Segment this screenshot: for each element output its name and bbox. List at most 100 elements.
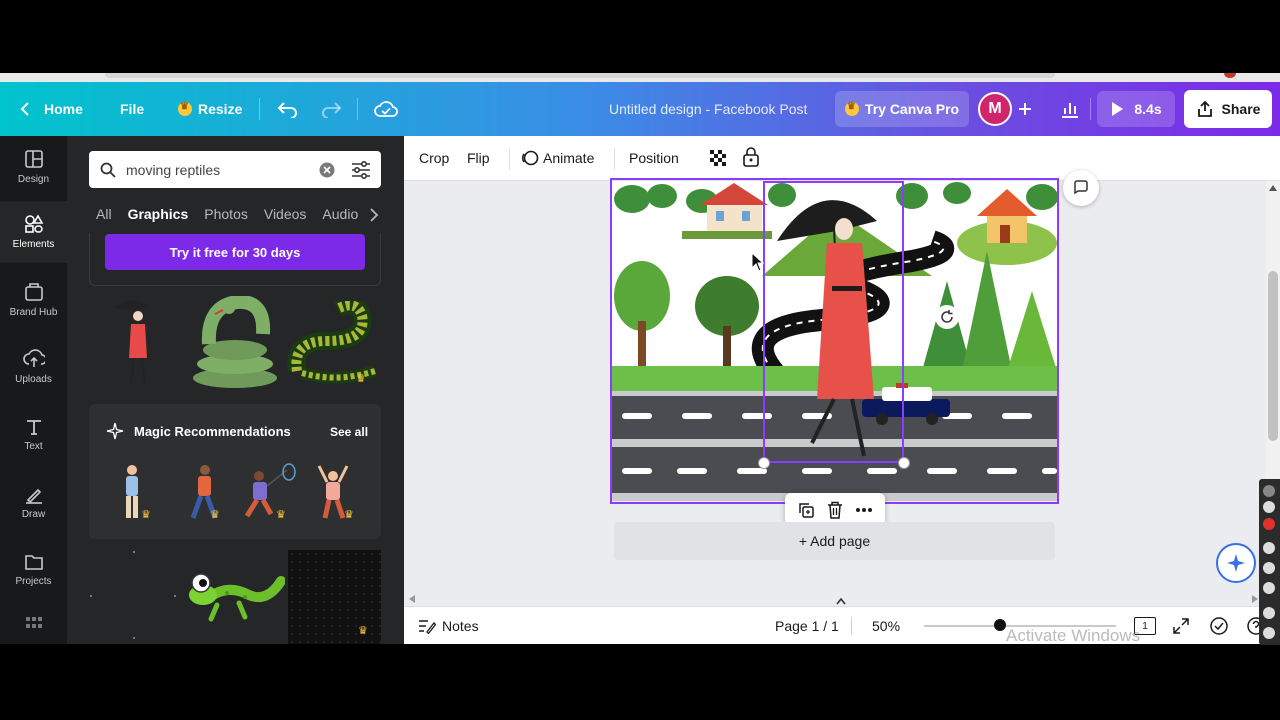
resize-button[interactable]: Resize (178, 82, 242, 136)
divider (851, 617, 852, 635)
search-input[interactable]: moving reptiles (126, 162, 220, 178)
undo-button[interactable] (277, 82, 299, 136)
settings-gear-icon[interactable] (1263, 627, 1275, 639)
present-play-button[interactable]: 8.4s (1097, 91, 1175, 127)
brand-hub-icon (24, 283, 43, 301)
divider (1090, 98, 1091, 120)
resize-label: Resize (198, 101, 243, 117)
record-icon[interactable] (1263, 518, 1275, 530)
rail-item-brand-hub[interactable]: Brand Hub (0, 269, 67, 331)
avatar[interactable]: M (978, 92, 1012, 126)
design-title[interactable]: Untitled design - Facebook Post (609, 82, 807, 136)
activate-windows-watermark: Activate Windows (1006, 626, 1141, 645)
tab-audio[interactable]: Audio (322, 206, 358, 232)
screen-icon[interactable] (1263, 607, 1275, 619)
rail-label: Text (24, 441, 43, 452)
selected-element-box[interactable] (763, 181, 904, 463)
search-icon (100, 162, 116, 178)
divider (259, 98, 260, 120)
graphic-person-net[interactable] (241, 462, 297, 522)
resize-handle[interactable] (898, 457, 910, 469)
webcam-icon[interactable] (1263, 582, 1275, 594)
plus-icon (1019, 103, 1031, 115)
see-all-link[interactable]: See all (330, 425, 368, 439)
home-button[interactable]: Home (20, 82, 83, 136)
try-free-button[interactable]: Try it free for 30 days (105, 234, 365, 270)
chevron-up-icon[interactable] (836, 598, 846, 605)
lock-icon[interactable] (742, 147, 760, 167)
chevron-left-icon (20, 102, 29, 116)
scroll-up-icon[interactable] (1269, 185, 1277, 191)
rail-item-projects[interactable]: Projects (0, 539, 67, 601)
rail-item-apps[interactable] (0, 606, 67, 644)
tab-photos[interactable]: Photos (204, 206, 248, 232)
microphone-icon[interactable] (1263, 542, 1275, 554)
search-box[interactable]: moving reptiles (89, 151, 381, 188)
rail-label: Design (17, 174, 50, 185)
page-indicator[interactable]: Page 1 / 1 (775, 618, 839, 634)
cloud-save-status[interactable] (374, 82, 398, 136)
share-button[interactable]: Share (1184, 90, 1272, 128)
graphic-coiled-snake[interactable] (189, 296, 281, 391)
rail-item-draw[interactable]: Draw (0, 471, 67, 533)
pro-crown-icon: ♛ (210, 509, 220, 521)
pro-crown-icon: ♛ (358, 625, 368, 637)
graphic-python-snake[interactable] (287, 301, 382, 386)
flip-button[interactable]: Flip (467, 150, 490, 166)
graphic-starry-dots[interactable] (89, 550, 179, 644)
rail-item-uploads[interactable]: Uploads (0, 336, 67, 398)
speaker-icon[interactable] (1263, 562, 1275, 574)
pro-crown-icon: ♛ (356, 373, 366, 385)
fullscreen-icon[interactable] (1173, 618, 1189, 634)
animate-button[interactable]: Animate (543, 150, 594, 166)
divider (614, 148, 615, 170)
magic-assistant-button[interactable] (1216, 543, 1256, 583)
graphic-lizard[interactable] (187, 561, 285, 631)
crown-icon (844, 101, 859, 116)
tab-videos[interactable]: Videos (264, 206, 307, 232)
pen-icon[interactable] (1263, 485, 1275, 497)
file-menu-button[interactable]: File (120, 82, 144, 136)
zoom-slider-knob[interactable] (994, 619, 1006, 631)
clear-icon[interactable] (319, 162, 335, 178)
scroll-thumb[interactable] (1268, 271, 1278, 441)
elements-icon (24, 214, 43, 233)
crop-button[interactable]: Crop (419, 150, 449, 166)
transparency-icon[interactable] (709, 149, 727, 167)
horizontal-scrollbar[interactable] (404, 592, 1266, 606)
filter-icon[interactable] (351, 161, 371, 179)
more-options-icon[interactable] (855, 507, 873, 513)
zoom-level[interactable]: 50% (872, 618, 900, 634)
chevron-right-icon[interactable] (369, 208, 379, 222)
scroll-right-icon[interactable] (1252, 595, 1258, 603)
notes-button[interactable]: Notes (442, 618, 479, 634)
resize-handle[interactable] (758, 457, 770, 469)
scroll-left-icon[interactable] (409, 595, 415, 603)
pro-crown-icon: ♛ (344, 509, 354, 521)
check-circle-icon[interactable] (1210, 617, 1228, 635)
camera-icon[interactable] (1263, 501, 1275, 513)
insights-button[interactable] (1060, 82, 1080, 136)
rail-item-elements[interactable]: Elements (0, 201, 67, 263)
tab-graphics[interactable]: Graphics (128, 206, 189, 232)
screen-frame: Home File Resize Untitled design - Faceb… (0, 0, 1280, 720)
invite-button[interactable] (1017, 82, 1033, 136)
position-button[interactable]: Position (629, 150, 679, 166)
add-page-button[interactable]: + Add page (614, 522, 1055, 560)
tab-all[interactable]: All (96, 206, 112, 232)
comment-button[interactable] (1063, 170, 1099, 206)
rail-item-design[interactable]: Design (0, 136, 67, 198)
divider (357, 98, 358, 120)
rail-item-text[interactable]: Text (0, 404, 67, 466)
crown-icon (178, 101, 192, 116)
rail-label: Draw (21, 509, 46, 520)
rotate-icon (941, 310, 953, 323)
graphic-woman-umbrella[interactable] (107, 296, 167, 391)
try-canva-pro-button[interactable]: Try Canva Pro (835, 91, 969, 127)
rotate-handle[interactable] (935, 305, 959, 329)
duplicate-icon[interactable] (797, 501, 815, 519)
context-toolbar: Crop Flip Animate Position (404, 136, 1280, 181)
redo-button[interactable] (320, 82, 342, 136)
browser-record-indicator (1224, 73, 1236, 78)
trash-icon[interactable] (827, 501, 843, 519)
